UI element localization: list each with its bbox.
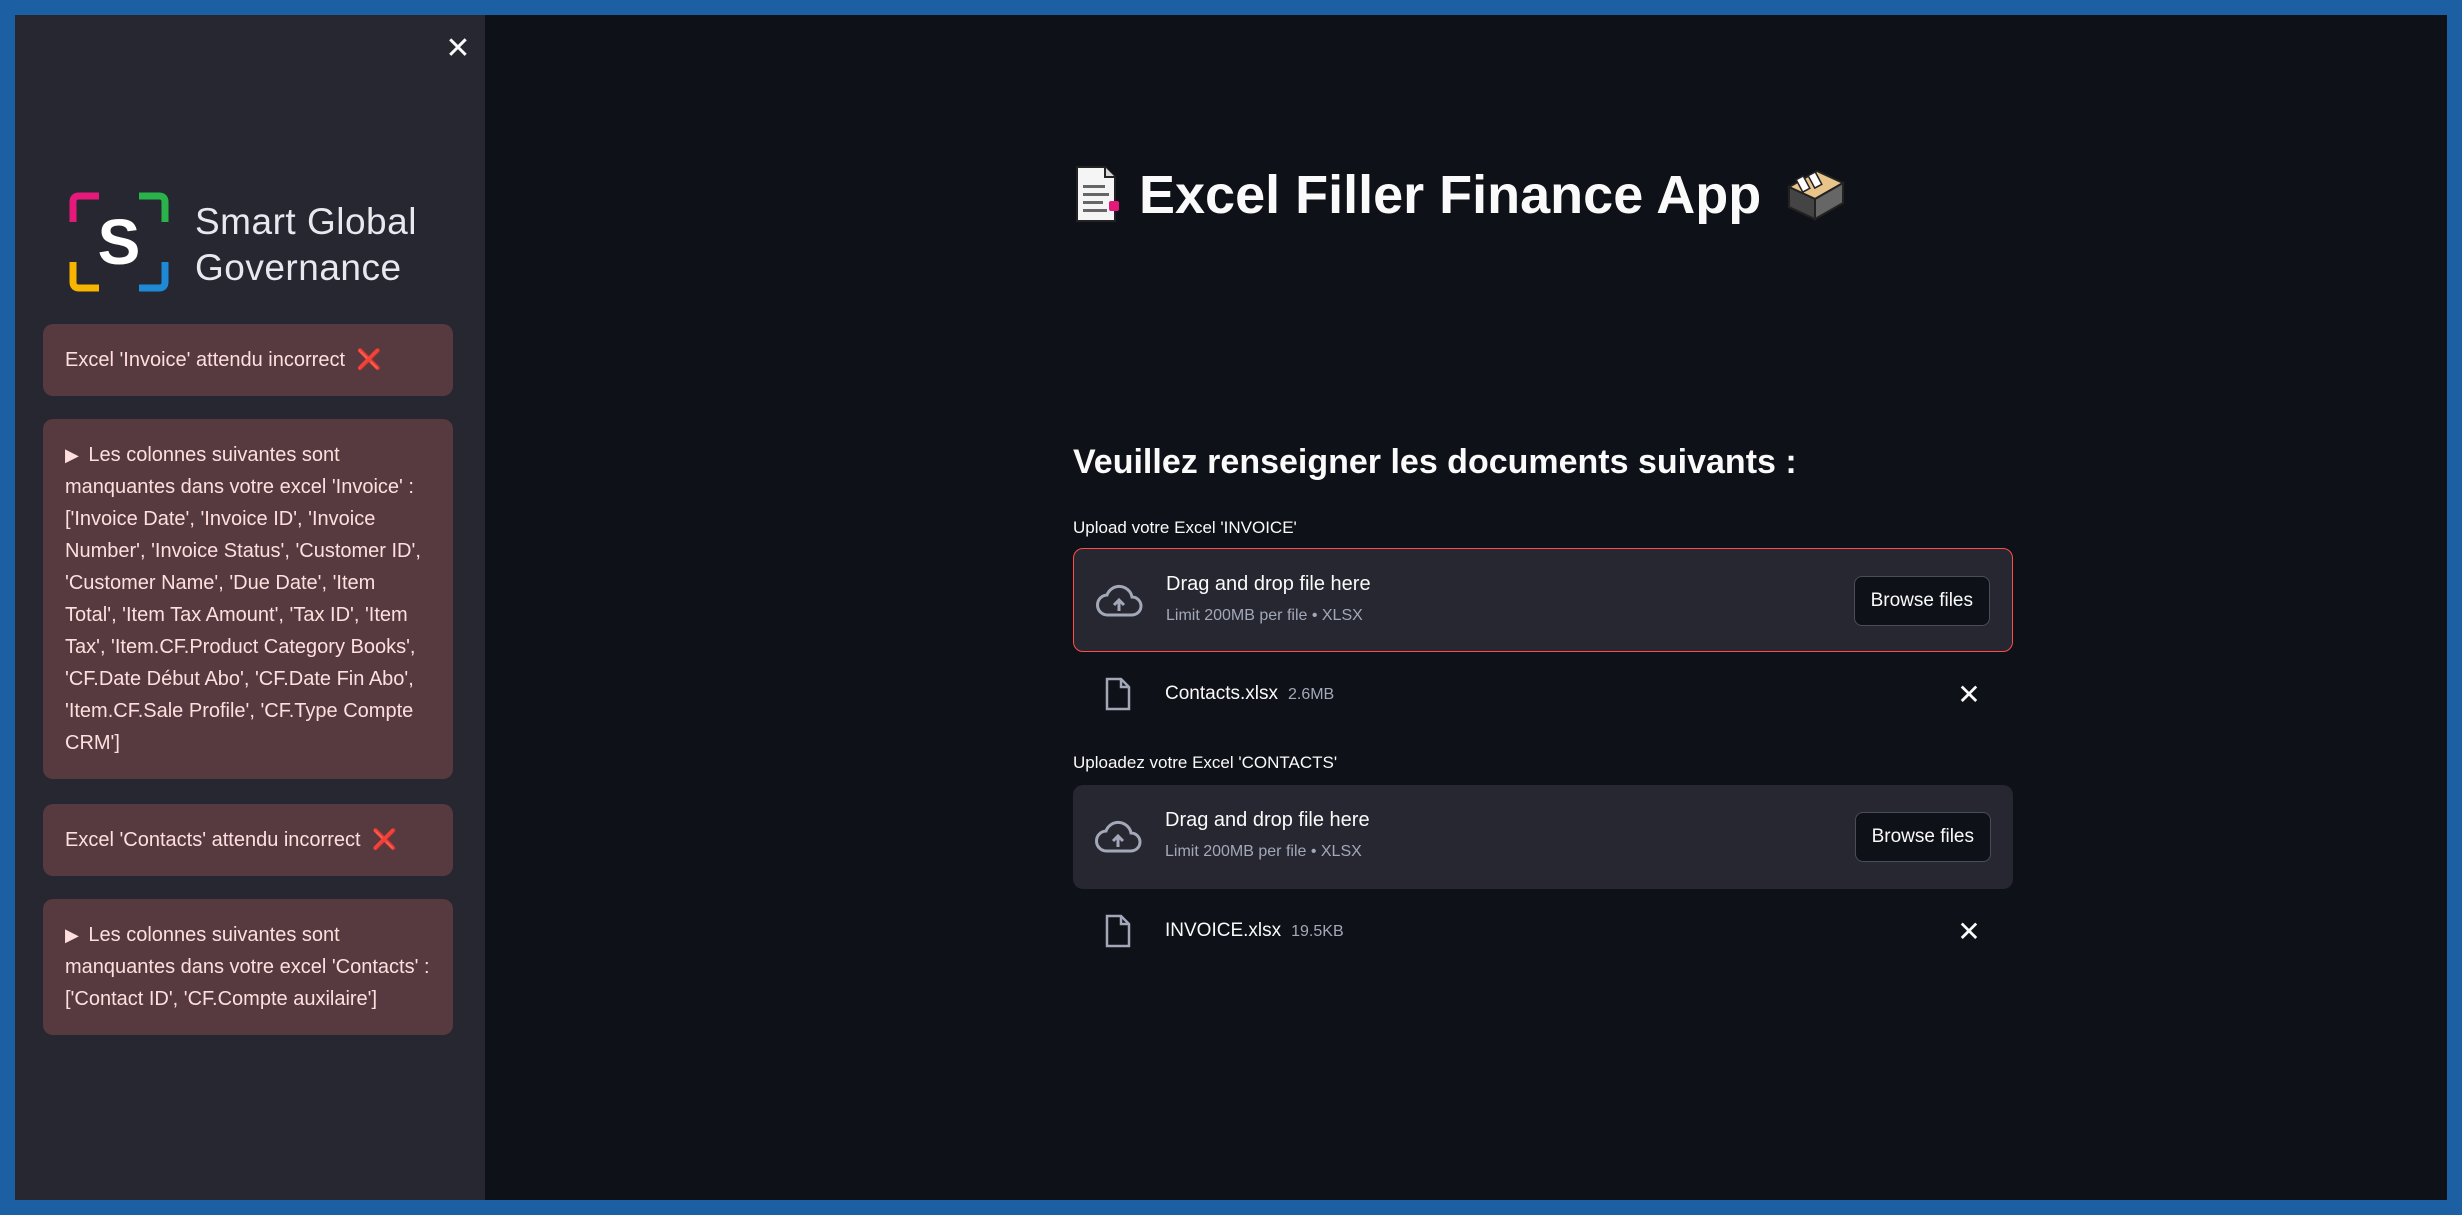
cloud-upload-icon xyxy=(1095,820,1142,853)
main-content: Excel Filler Finance App Veuillez rensei… xyxy=(485,15,2447,1200)
cross-mark-icon: ❌ xyxy=(372,829,398,851)
alert-text: Les colonnes suivantes sont manquantes d… xyxy=(65,444,421,754)
card-file-box-icon xyxy=(1787,169,1846,221)
file-size: 19.5KB xyxy=(1291,923,1344,940)
file-size: 2.6MB xyxy=(1287,686,1335,703)
app-window: ✕ S Smart Global Governance Excel 'Invoi… xyxy=(15,15,2447,1200)
browse-files-button[interactable]: Browse files xyxy=(1853,576,1990,626)
alert-text: Excel 'Contacts' attendu incorrect xyxy=(65,829,361,851)
dropzone-limit: Limit 200MB per file • XLSX xyxy=(1166,607,1363,624)
remove-file-icon[interactable]: ✕ xyxy=(1953,679,1985,711)
file-name-text: INVOICE.xlsx xyxy=(1165,920,1282,941)
logo: S Smart Global Governance xyxy=(65,173,445,293)
sidebar: ✕ S Smart Global Governance Excel 'Invoi… xyxy=(15,15,485,1200)
browse-files-button[interactable]: Browse files xyxy=(1854,812,1991,862)
dropzone-title: Drag and drop file here xyxy=(1166,573,1371,595)
file-name-text: Contacts.xlsx xyxy=(1165,683,1278,704)
play-triangle-icon: ▶ xyxy=(65,925,79,945)
missing-columns-alert-contacts: ▶ Les colonnes suivantes sont manquantes… xyxy=(43,899,453,1035)
file-icon xyxy=(1105,914,1131,948)
file-name: Contacts.xlsx 2.6MB xyxy=(1165,683,1334,705)
uploaded-file-row: Contacts.xlsx 2.6MB ✕ xyxy=(1073,669,2013,721)
missing-columns-alert-invoice: ▶ Les colonnes suivantes sont manquantes… xyxy=(43,419,453,779)
upload-label-contacts: Uploadez votre Excel 'CONTACTS' xyxy=(1073,753,1338,772)
cross-mark-icon: ❌ xyxy=(356,349,382,371)
dropzone-contacts[interactable]: Drag and drop file here Limit 200MB per … xyxy=(1073,785,2013,889)
dropzone-limit: Limit 200MB per file • XLSX xyxy=(1165,843,1362,860)
logo-mark-icon: S xyxy=(69,192,169,292)
play-triangle-icon: ▶ xyxy=(65,445,79,465)
page-title: Excel Filler Finance App xyxy=(1071,160,1847,230)
logo-line-2: Governance xyxy=(195,247,402,288)
dropzone-invoice[interactable]: Drag and drop file here Limit 200MB per … xyxy=(1073,548,2013,652)
close-icon[interactable]: ✕ xyxy=(440,31,476,67)
logo-text: Smart Global Governance xyxy=(195,199,417,291)
alert-text: Les colonnes suivantes sont manquantes d… xyxy=(65,924,430,1010)
error-alert-contacts: Excel 'Contacts' attendu incorrect ❌ xyxy=(43,804,453,876)
cloud-upload-icon xyxy=(1096,584,1143,617)
svg-text:S: S xyxy=(98,206,141,278)
alert-text: Excel 'Invoice' attendu incorrect xyxy=(65,349,345,371)
remove-file-icon[interactable]: ✕ xyxy=(1953,916,1985,948)
section-heading: Veuillez renseigner les documents suivan… xyxy=(1073,443,1797,481)
title-text: Excel Filler Finance App xyxy=(1139,165,1762,225)
upload-label-invoice: Upload votre Excel 'INVOICE' xyxy=(1073,518,1297,537)
logo-line-1: Smart Global xyxy=(195,201,417,242)
uploaded-file-row: INVOICE.xlsx 19.5KB ✕ xyxy=(1073,906,2013,958)
file-name: INVOICE.xlsx 19.5KB xyxy=(1165,920,1344,942)
dropzone-title: Drag and drop file here xyxy=(1165,809,1370,831)
page-with-curl-icon xyxy=(1076,166,1119,222)
file-icon xyxy=(1105,677,1131,711)
error-alert-invoice: Excel 'Invoice' attendu incorrect ❌ xyxy=(43,324,453,396)
